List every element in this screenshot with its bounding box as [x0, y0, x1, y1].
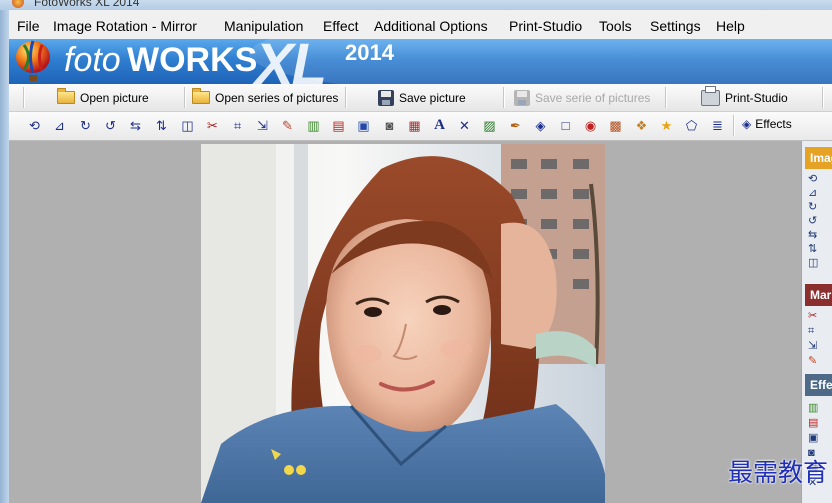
- flip-vertical-icon[interactable]: ⇅: [153, 117, 170, 134]
- shape-icon[interactable]: ⬠: [683, 117, 700, 134]
- rectangle-icon[interactable]: □: [557, 117, 574, 134]
- menu-file[interactable]: File: [17, 18, 40, 34]
- resize-icon[interactable]: ⇲: [254, 117, 271, 134]
- color-balance-icon[interactable]: ▤: [330, 117, 347, 134]
- save-picture-label: Save picture: [399, 90, 466, 105]
- save-picture-button[interactable]: Save picture: [378, 87, 466, 108]
- panel-section-image[interactable]: Imag: [805, 147, 832, 169]
- mirror-icon[interactable]: ◫: [179, 117, 196, 134]
- save-serie-button[interactable]: Save serie of pictures: [514, 87, 650, 108]
- logo-year-text: 2014: [345, 40, 394, 65]
- logo-works-text: WORKS: [127, 41, 258, 79]
- open-picture-label: Open picture: [80, 90, 149, 105]
- open-series-button[interactable]: Open series of pictures: [192, 87, 338, 108]
- image-workspace[interactable]: [9, 141, 801, 503]
- balloon-logo-icon: [16, 40, 50, 81]
- menu-effect[interactable]: Effect: [323, 18, 359, 34]
- toolbar-separator: [665, 87, 667, 108]
- rotate-cw-icon[interactable]: ↻: [77, 117, 94, 134]
- flip-horizontal-icon[interactable]: ⇆: [808, 230, 822, 241]
- text-icon[interactable]: A: [431, 117, 448, 134]
- picture-icon[interactable]: ▦: [406, 117, 423, 134]
- image-adjust-icon[interactable]: ▩: [607, 117, 624, 134]
- logo-foto-text: foto: [64, 41, 121, 79]
- open-picture-button[interactable]: Open picture: [57, 87, 149, 108]
- save-icon: [378, 89, 394, 106]
- print-studio-label: Print-Studio: [725, 90, 788, 105]
- toolbar-separator: [184, 87, 186, 108]
- save-series-icon: [514, 89, 530, 106]
- panel-section-effects[interactable]: Effe: [805, 374, 832, 396]
- red-eye-icon[interactable]: ◉: [582, 117, 599, 134]
- logo-xl-text: XL: [255, 39, 327, 84]
- app-icon: [12, 0, 24, 8]
- cut-icon[interactable]: ✂: [204, 117, 221, 134]
- menu-manipulation[interactable]: Manipulation: [224, 18, 303, 34]
- frame-icon[interactable]: ▣: [355, 117, 372, 134]
- menu-additional-options[interactable]: Additional Options: [374, 18, 488, 34]
- levels-icon[interactable]: ▥: [305, 117, 322, 134]
- effects-button[interactable]: ◈ Effects: [742, 117, 792, 131]
- menu-tools[interactable]: Tools: [599, 18, 632, 34]
- fill-icon[interactable]: ◈: [532, 117, 549, 134]
- banner-swoosh: [249, 39, 832, 84]
- cut-icon[interactable]: ✂: [808, 311, 822, 322]
- mirror-icon[interactable]: ◫: [808, 258, 822, 269]
- effects-label: Effects: [755, 117, 792, 131]
- window-titlebar: FotoWorks XL 2014: [0, 0, 832, 10]
- rotate-right-icon[interactable]: ⊿: [51, 117, 68, 134]
- watermark-text: 最需教育: [727, 458, 828, 487]
- folder-icon: [57, 88, 75, 104]
- toolbar-separator: [733, 115, 735, 136]
- brush-icon[interactable]: ✎: [279, 117, 296, 134]
- flip-horizontal-icon[interactable]: ⇆: [127, 117, 144, 134]
- rotate-ccw-icon[interactable]: ↺: [808, 216, 822, 227]
- main-toolbar: Open picture Open series of pictures Sav…: [9, 84, 832, 112]
- menu-print-studio[interactable]: Print-Studio: [509, 18, 582, 34]
- panel-section-manipulation[interactable]: Mar: [805, 284, 832, 306]
- toolbar-separator: [345, 87, 347, 108]
- menu-bar: File Image Rotation - Mirror Manipulatio…: [9, 10, 832, 40]
- window-title: FotoWorks XL 2014: [34, 0, 140, 9]
- toolbar-separator: [23, 87, 25, 108]
- right-side-panel: Imag ⟲ ⊿ ↻ ↺ ⇆ ⇅ ◫ Mar ✂ ⌗ ⇲ ✎ Effe ▥ ▤ …: [801, 141, 832, 503]
- toolbar-separator: [503, 87, 505, 108]
- color-balance-icon[interactable]: ▤: [808, 418, 822, 429]
- stack-icon[interactable]: ≣: [709, 117, 726, 134]
- camera-icon[interactable]: ◙: [381, 117, 398, 134]
- magic-wand-icon[interactable]: ✕: [456, 117, 473, 134]
- brush-icon[interactable]: ✎: [808, 356, 822, 367]
- flip-vertical-icon[interactable]: ⇅: [808, 244, 822, 255]
- menu-help[interactable]: Help: [716, 18, 745, 34]
- rotate-left-icon[interactable]: ⟲: [808, 174, 822, 185]
- window-left-border: [0, 10, 9, 503]
- open-series-label: Open series of pictures: [215, 90, 339, 105]
- menu-settings[interactable]: Settings: [650, 18, 701, 34]
- toolbar-separator: [822, 87, 824, 108]
- star-icon[interactable]: ★: [658, 117, 675, 134]
- landscape-icon[interactable]: ▨: [481, 117, 498, 134]
- rotate-cw-icon[interactable]: ↻: [808, 202, 822, 213]
- app-banner: foto WORKS XL 2014: [9, 39, 832, 84]
- levels-icon[interactable]: ▥: [808, 403, 822, 414]
- loaded-photo[interactable]: [201, 144, 605, 503]
- crop-icon[interactable]: ⌗: [229, 117, 246, 134]
- frame-icon[interactable]: ▣: [808, 433, 822, 444]
- save-serie-label: Save serie of pictures: [535, 90, 651, 105]
- gift-icon[interactable]: ❖: [633, 117, 650, 134]
- effects-icon: ◈: [742, 117, 752, 131]
- print-studio-button[interactable]: Print-Studio: [701, 85, 788, 108]
- resize-icon[interactable]: ⇲: [808, 341, 822, 352]
- tools-toolbar: ⟲ ⊿ ↻ ↺ ⇆ ⇅ ◫ ✂ ⌗ ⇲ ✎ ▥ ▤ ▣ ◙ ▦ A ✕ ▨ ✒ …: [9, 112, 832, 141]
- printer-icon: [701, 85, 720, 106]
- menu-image-rotation[interactable]: Image Rotation - Mirror: [53, 18, 197, 34]
- folder-icon: [192, 88, 210, 104]
- rotate-ccw-icon[interactable]: ↺: [102, 117, 119, 134]
- crop-icon[interactable]: ⌗: [808, 326, 822, 337]
- rotate-right-icon[interactable]: ⊿: [808, 188, 822, 199]
- rotate-left-icon[interactable]: ⟲: [26, 117, 43, 134]
- pen-icon[interactable]: ✒: [507, 117, 524, 134]
